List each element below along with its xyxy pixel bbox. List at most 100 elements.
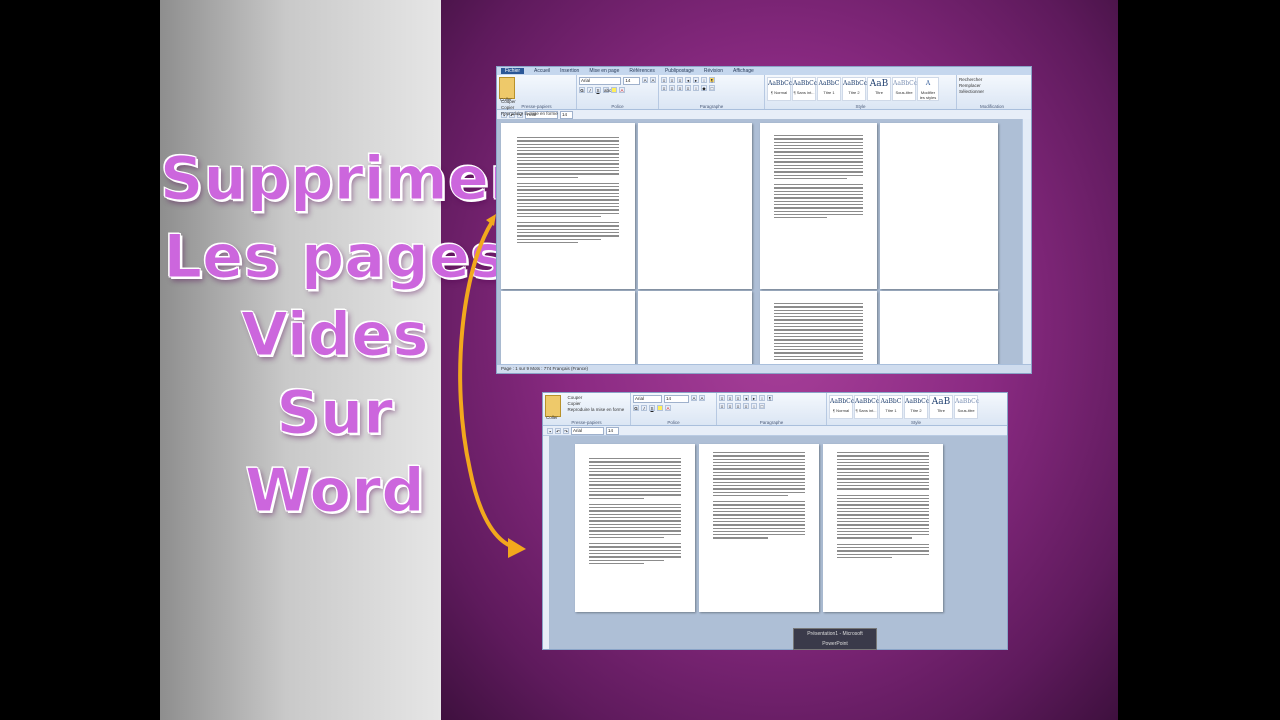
style-heading-2[interactable]: AaBbCc Titre 2 bbox=[842, 77, 867, 101]
borders-button[interactable]: □ bbox=[759, 403, 765, 409]
styles-group: AaBbCcDc ¶ Normal AaBbCcDc ¶ Sans int... AaB… bbox=[765, 75, 957, 109]
bold-button[interactable]: G bbox=[633, 405, 639, 411]
align-center-button[interactable]: ≡ bbox=[727, 403, 733, 409]
status-bar: Page : 1 sur 9 Mots : 774 Français (Fran… bbox=[497, 364, 1031, 373]
shading-button[interactable]: ◆ bbox=[701, 85, 707, 91]
paste-button[interactable] bbox=[545, 395, 561, 417]
shrink-font-button[interactable]: A bbox=[650, 77, 657, 83]
document-area[interactable] bbox=[497, 119, 1023, 365]
justify-button[interactable]: ≡ bbox=[743, 403, 749, 409]
style-heading-1[interactable]: AaBbC Titre 1 bbox=[879, 395, 903, 419]
save-icon[interactable]: ▪ bbox=[547, 427, 553, 434]
redo-icon[interactable]: ↷ bbox=[563, 427, 569, 434]
right-black-bar bbox=[1118, 0, 1280, 720]
taskbar-powerpoint-tab[interactable]: Présentation1 - Microsoft PowerPoint bbox=[793, 628, 877, 650]
paste-label: Coller bbox=[500, 97, 512, 102]
align-left-button[interactable]: ≡ bbox=[719, 403, 725, 409]
font-size-select[interactable]: 14 bbox=[623, 77, 641, 85]
paragraph-group: ≡ ≡ ≡ ◂ ▸ ↕ ¶ ≡ ≡ ≡ ≡ ↕ □ Paragraphe bbox=[717, 393, 827, 425]
align-right-button[interactable]: ≡ bbox=[735, 403, 741, 409]
font-color-button[interactable]: A bbox=[665, 405, 671, 411]
bold-button[interactable]: G bbox=[579, 87, 585, 93]
highlight-button[interactable] bbox=[657, 405, 663, 411]
format-painter-button[interactable]: Reproduire la mise en forme bbox=[501, 111, 558, 117]
qat-font-size[interactable]: 14 bbox=[560, 110, 573, 119]
paragraph-group: ≡ ≡ ≡ ◂ ▸ ↕ ¶ ≡ ≡ ≡ ≡ ↕ ◆ □ Paragraphe bbox=[659, 75, 765, 109]
paste-button[interactable] bbox=[499, 77, 515, 99]
font-name-select[interactable]: Arial bbox=[579, 77, 622, 85]
style-heading-1[interactable]: AaBbC Titre 1 bbox=[817, 77, 841, 101]
page-3 bbox=[823, 444, 943, 612]
grow-font-button[interactable]: A bbox=[642, 77, 649, 83]
italic-button[interactable]: I bbox=[587, 87, 593, 93]
style-heading-2[interactable]: AaBbCc Titre 2 bbox=[904, 395, 929, 419]
multilevel-list-button[interactable]: ≡ bbox=[735, 395, 741, 401]
title-line-2: Les pages bbox=[163, 222, 507, 293]
style-normal[interactable]: AaBbCcDc ¶ Normal bbox=[767, 77, 800, 101]
grow-font-button[interactable]: A bbox=[691, 395, 697, 401]
vertical-scrollbar[interactable] bbox=[1022, 119, 1031, 365]
font-size-select[interactable]: 14 bbox=[664, 395, 689, 403]
strikethrough-button[interactable]: abc bbox=[603, 87, 611, 93]
numbering-button[interactable]: ≡ bbox=[727, 395, 733, 401]
font-group: Arial 14 A A G I S A Police bbox=[631, 393, 717, 425]
ribbon: Couper Copier Reproduire la mise en form… bbox=[497, 75, 1031, 116]
style-subtitle[interactable]: AaBbCc. Sous-titre bbox=[892, 77, 919, 101]
tab-view[interactable]: Affichage bbox=[733, 68, 754, 74]
editing-group-label: Modification bbox=[979, 104, 1004, 109]
paragraph-group-label: Paragraphe bbox=[699, 104, 724, 109]
qat-font-name[interactable]: Arial bbox=[571, 426, 604, 435]
style-normal[interactable]: AaBbCcDc ¶ Normal bbox=[829, 395, 862, 419]
page-2-text bbox=[713, 452, 805, 541]
multilevel-list-button[interactable]: ≡ bbox=[677, 77, 683, 83]
increase-indent-button[interactable]: ▸ bbox=[693, 77, 699, 83]
format-painter-button[interactable]: Reproduire la mise en forme bbox=[567, 407, 624, 413]
style-subtitle[interactable]: AaBbCc Sous-titre bbox=[954, 395, 979, 419]
tab-home[interactable]: Accueil bbox=[534, 68, 550, 74]
highlight-button[interactable] bbox=[611, 87, 617, 93]
tab-insert[interactable]: Insertion bbox=[560, 68, 579, 74]
page-3-text bbox=[837, 452, 929, 560]
align-left-button[interactable]: ≡ bbox=[661, 85, 667, 91]
tab-file[interactable]: Fichier bbox=[501, 68, 525, 74]
tab-references[interactable]: Références bbox=[629, 68, 655, 74]
tab-mailings[interactable]: Publipostage bbox=[665, 68, 694, 74]
underline-button[interactable]: S bbox=[649, 405, 655, 411]
increase-indent-button[interactable]: ▸ bbox=[751, 395, 757, 401]
numbering-button[interactable]: ≡ bbox=[669, 77, 675, 83]
document-area[interactable] bbox=[549, 436, 1007, 649]
sort-button[interactable]: ↕ bbox=[701, 77, 707, 83]
style-title[interactable]: AaB Titre bbox=[867, 77, 891, 101]
change-styles-button[interactable]: A Modifier les styles bbox=[917, 77, 939, 101]
decrease-indent-button[interactable]: ◂ bbox=[685, 77, 691, 83]
qat-font-size[interactable]: 14 bbox=[606, 426, 619, 435]
underline-button[interactable]: S bbox=[595, 87, 601, 93]
style-no-spacing[interactable]: AaBbCcDc ¶ Sans int... bbox=[854, 395, 887, 419]
show-formatting-button[interactable]: ¶ bbox=[709, 77, 715, 83]
tab-page-layout[interactable]: Mise en page bbox=[589, 68, 619, 74]
borders-button[interactable]: □ bbox=[709, 85, 715, 91]
align-center-button[interactable]: ≡ bbox=[669, 85, 675, 91]
show-formatting-button[interactable]: ¶ bbox=[767, 395, 773, 401]
align-right-button[interactable]: ≡ bbox=[677, 85, 683, 91]
undo-icon[interactable]: ↶ bbox=[555, 427, 561, 434]
line-spacing-button[interactable]: ↕ bbox=[693, 85, 699, 91]
line-spacing-button[interactable]: ↕ bbox=[751, 403, 757, 409]
decrease-indent-button[interactable]: ◂ bbox=[743, 395, 749, 401]
page-1-text bbox=[589, 458, 681, 566]
sort-button[interactable]: ↕ bbox=[759, 395, 765, 401]
bullets-button[interactable]: ≡ bbox=[661, 77, 667, 83]
clipboard-group-label: Presse-papiers bbox=[521, 104, 552, 109]
justify-button[interactable]: ≡ bbox=[685, 85, 691, 91]
font-color-button[interactable]: A bbox=[619, 87, 625, 93]
font-name-select[interactable]: Arial bbox=[633, 395, 662, 403]
bullets-button[interactable]: ≡ bbox=[719, 395, 725, 401]
italic-button[interactable]: I bbox=[641, 405, 647, 411]
style-title[interactable]: AaB Titre bbox=[929, 395, 953, 419]
ribbon-tab-bar: Fichier Accueil Insertion Mise en page R… bbox=[497, 67, 1031, 75]
select-button[interactable]: Sélectionner bbox=[959, 89, 1025, 95]
page-6-empty bbox=[638, 291, 752, 365]
tab-review[interactable]: Révision bbox=[704, 68, 723, 74]
shrink-font-button[interactable]: A bbox=[699, 395, 705, 401]
style-no-spacing[interactable]: AaBbCcDc ¶ Sans int... bbox=[792, 77, 825, 101]
